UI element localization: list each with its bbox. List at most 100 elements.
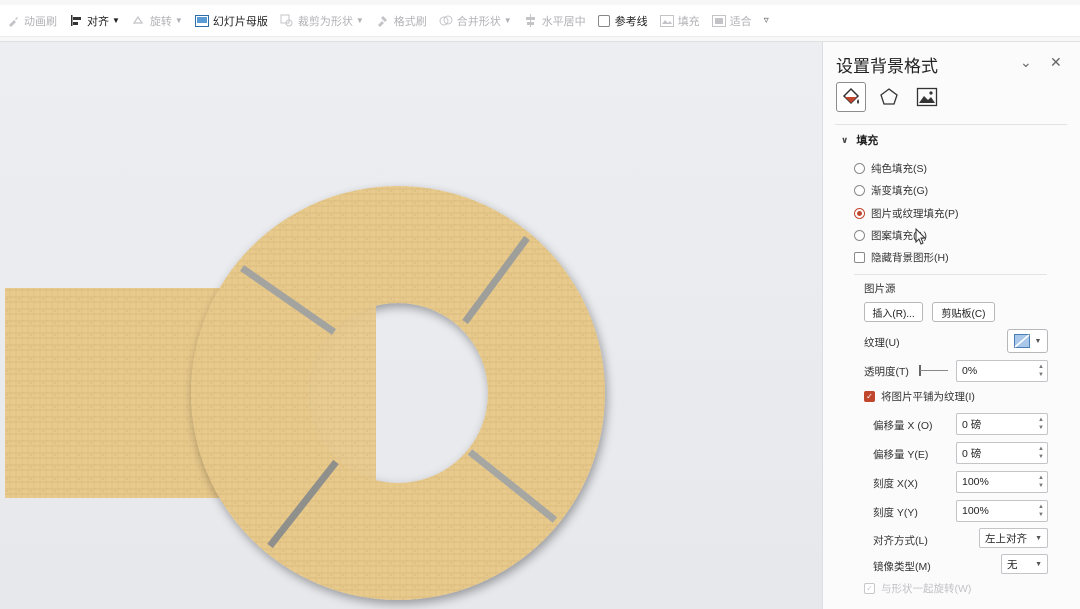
fit-button[interactable]: 适合 (706, 9, 758, 33)
insert-button[interactable]: 插入(R)... (864, 302, 923, 322)
solid-fill-option[interactable]: 纯色填充(S) (854, 161, 927, 176)
tab-effects[interactable] (874, 82, 904, 112)
hide-background-graphics-option[interactable]: 隐藏背景图形(H) (854, 250, 949, 265)
fill-section-header[interactable]: ∨ 填充 (841, 132, 878, 148)
merge-shapes-button[interactable]: 合并形状 ▼ (433, 9, 518, 33)
brush-animation-label: 动画刷 (24, 15, 57, 28)
crop-to-shape-label: 裁剪为形状 (297, 15, 353, 28)
panel-title: 设置背景格式 (836, 57, 938, 77)
format-painter-icon (376, 14, 390, 28)
gradient-fill-option[interactable]: 渐变填充(G) (854, 183, 928, 198)
picture-texture-fill-option[interactable]: 图片或纹理填充(P) (854, 206, 959, 221)
fit-label: 适合 (729, 15, 752, 28)
gradient-fill-label: 渐变填充(G) (871, 185, 929, 197)
slide-canvas[interactable] (0, 42, 822, 609)
toolbar-more-button[interactable]: ▿ (758, 9, 775, 33)
mirror-type-select[interactable]: 无 ▼ (1001, 554, 1048, 574)
solid-fill-label: 纯色填充(S) (871, 163, 927, 175)
picture-icon (916, 87, 938, 107)
texture-label: 纹理(U) (864, 337, 900, 349)
chevron-down-icon: ▼ (174, 16, 183, 25)
format-painter-button[interactable]: 格式刷 (370, 9, 433, 33)
texture-picker-button[interactable]: ▼ (1007, 329, 1048, 353)
tab-picture[interactable] (912, 82, 942, 112)
align-icon (69, 14, 83, 28)
pattern-fill-radio[interactable] (854, 230, 865, 241)
merge-shapes-label: 合并形状 (456, 15, 501, 28)
transparency-input[interactable]: 0% ▲ ▼ (956, 360, 1048, 382)
picture-texture-fill-label: 图片或纹理填充(P) (871, 208, 959, 220)
fill-section-label: 填充 (856, 135, 879, 147)
offset-y-input[interactable]: 0 磅 ▲ ▼ (956, 442, 1048, 464)
chevron-down-icon[interactable]: ⌄ (1020, 54, 1032, 71)
rotate-with-shape-option[interactable]: ✓ 与形状一起旋转(W) (864, 581, 971, 596)
scale-x-value: 100% (962, 476, 989, 488)
texture-swatch-icon (1013, 334, 1030, 348)
slide-master-label: 幻灯片母版 (212, 15, 268, 28)
alignment-select[interactable]: 左上对齐 ▼ (979, 528, 1048, 548)
fit-icon (711, 14, 726, 28)
scale-y-label: 刻度 Y(Y) (873, 507, 918, 519)
spin-arrows[interactable]: ▲ ▼ (1038, 445, 1044, 461)
slide-artwork[interactable] (0, 42, 822, 609)
more-chevron-icon: ▿ (763, 15, 769, 26)
scale-y-input[interactable]: 100% ▲ ▼ (956, 500, 1048, 522)
panel-tabs (836, 82, 942, 112)
rotate-icon (132, 14, 146, 28)
pentagon-effects-icon (880, 88, 898, 105)
offset-x-value: 0 磅 (962, 418, 982, 431)
scale-x-label: 刻度 X(X) (873, 478, 918, 490)
slide-master-icon (194, 14, 209, 28)
spin-arrows[interactable]: ▲ ▼ (1038, 474, 1044, 490)
wood-ring-shape[interactable] (191, 186, 605, 600)
chevron-down-icon: ▼ (112, 16, 120, 25)
mirror-type-value: 无 (1007, 558, 1018, 571)
alignment-label: 对齐方式(L) (873, 535, 928, 547)
guides-checkbox[interactable]: 参考线 (592, 9, 654, 33)
alignment-value: 左上对齐 (985, 532, 1027, 545)
hide-background-label: 隐藏背景图形(H) (871, 252, 949, 264)
scale-x-input[interactable]: 100% ▲ ▼ (956, 471, 1048, 493)
tile-picture-checkbox[interactable]: ✓ (864, 391, 875, 402)
rotate-button[interactable]: 旋转 ▼ (126, 9, 189, 33)
offset-y-label: 偏移量 Y(E) (873, 449, 929, 461)
fill-button[interactable]: 填充 (654, 9, 706, 33)
solid-fill-radio[interactable] (854, 163, 865, 174)
tile-picture-option[interactable]: ✓ 将图片平铺为纹理(I) (864, 389, 975, 404)
spin-arrows[interactable]: ▲ ▼ (1038, 503, 1044, 519)
tab-fill[interactable] (836, 82, 866, 112)
chevron-down-icon: ▼ (1035, 560, 1042, 568)
align-button[interactable]: 对齐 ▼ (63, 9, 126, 33)
offset-y-value: 0 磅 (962, 447, 982, 460)
format-painter-label: 格式刷 (393, 15, 427, 28)
chevron-down-icon: ▼ (503, 16, 512, 25)
format-background-panel: 设置背景格式 ⌄ ✕ ∨ 填充 纯色填充(S) 渐变填充(G) 图片或纹理填充(… (822, 42, 1080, 609)
mirror-type-label: 镜像类型(M) (873, 561, 931, 573)
crop-to-shape-button[interactable]: 裁剪为形状 ▼ (274, 9, 370, 33)
hide-background-checkbox[interactable] (854, 252, 865, 263)
clipboard-button[interactable]: 剪贴板(C) (932, 302, 995, 322)
tab-separator (835, 124, 1067, 125)
brush-icon (6, 14, 20, 28)
spin-arrows[interactable]: ▲ ▼ (1038, 363, 1044, 379)
rotate-with-shape-checkbox[interactable]: ✓ (864, 583, 875, 594)
rotate-with-shape-label: 与形状一起旋转(W) (881, 583, 972, 595)
guides-checkbox-box[interactable] (597, 14, 610, 27)
close-icon[interactable]: ✕ (1050, 54, 1062, 71)
merge-shapes-icon (439, 14, 453, 28)
spin-arrows[interactable]: ▲ ▼ (1038, 416, 1044, 432)
center-horizontal-button[interactable]: 水平居中 (518, 9, 592, 33)
transparency-slider-track[interactable] (920, 370, 948, 371)
gradient-fill-radio[interactable] (854, 185, 865, 196)
offset-x-input[interactable]: 0 磅 ▲ ▼ (956, 413, 1048, 435)
fill-icon (659, 14, 674, 28)
picture-texture-fill-radio[interactable] (854, 208, 865, 219)
section-divider (854, 274, 1047, 275)
slide-master-button[interactable]: 幻灯片母版 (189, 9, 274, 33)
picture-source-label: 图片源 (864, 283, 896, 295)
chevron-down-icon: ▼ (355, 16, 364, 25)
brush-animation-button[interactable]: 动画刷 (0, 9, 63, 33)
scale-y-value: 100% (962, 505, 989, 517)
crop-icon (280, 14, 294, 28)
mouse-cursor-icon (915, 228, 927, 245)
